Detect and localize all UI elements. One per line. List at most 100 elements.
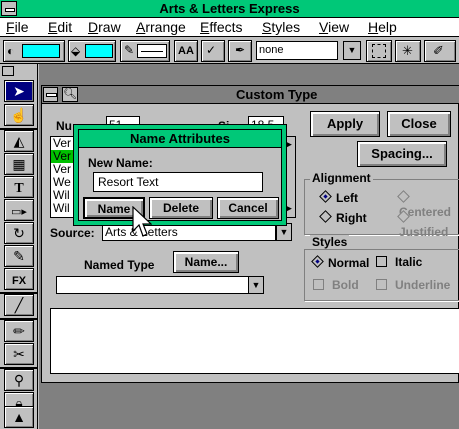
new-name-field[interactable]: Resort Text bbox=[93, 172, 263, 192]
checkbox-icon bbox=[376, 279, 387, 290]
mouse-cursor-icon bbox=[132, 206, 152, 237]
pointer-tool[interactable]: ➤ bbox=[4, 80, 34, 102]
new-name-label: New Name: bbox=[88, 156, 153, 170]
eyedropper-button[interactable]: ✒ bbox=[228, 40, 252, 62]
spell-check-icon: ✓ bbox=[206, 43, 217, 57]
magnifier-icon: ⚲ bbox=[13, 372, 25, 388]
scissors-icon: ✂ bbox=[13, 346, 25, 362]
fill-bucket-icon: ⬙ bbox=[71, 44, 81, 58]
stamp-tool[interactable]: ▲ bbox=[4, 406, 34, 428]
select-all-button[interactable] bbox=[366, 40, 392, 62]
apply-button[interactable]: Apply bbox=[310, 111, 380, 137]
spell-check-button[interactable]: ✓ bbox=[201, 40, 225, 62]
eyedropper-icon: ✒ bbox=[235, 43, 246, 57]
align-justified-radio[interactable]: Justified bbox=[397, 210, 458, 239]
palette-icon: ◐ bbox=[7, 44, 15, 58]
hand-tool[interactable]: ☝ bbox=[4, 104, 34, 126]
scissors-tool[interactable]: ✂ bbox=[4, 343, 34, 365]
radio-diamond-icon bbox=[311, 255, 324, 268]
search-icon[interactable]: 🔍︎ bbox=[62, 87, 78, 102]
style-normal-radio[interactable]: Normal bbox=[311, 255, 369, 270]
window-menu-icon[interactable] bbox=[43, 87, 58, 102]
text-preview-area[interactable] bbox=[50, 308, 459, 374]
toolbox: ➤ ☝ ◭ ▦ T ▭▸ ↻ ✎ FX ╱ ✏ ✂ ⚲ 🔒︎ ▲ bbox=[0, 64, 38, 429]
fill-color-button[interactable]: ◐ bbox=[3, 40, 65, 62]
hand-icon: ☝ bbox=[10, 107, 28, 123]
named-type-dropdown-arrow[interactable]: ▼ bbox=[248, 276, 264, 294]
name-attributes-title: Name Attributes bbox=[79, 130, 281, 148]
text-t-icon: T bbox=[14, 181, 24, 196]
line-color-swatch bbox=[85, 44, 113, 58]
shapes-icon: ◭ bbox=[13, 133, 25, 149]
source-label: Source: bbox=[50, 226, 95, 240]
line-style-button[interactable]: ✎ bbox=[120, 40, 170, 62]
menu-effects[interactable]: Effects bbox=[200, 19, 243, 35]
style-bold-checkbox[interactable]: Bold bbox=[313, 278, 359, 292]
text-box-tool[interactable]: ▭▸ bbox=[4, 199, 34, 221]
pen-tool[interactable]: ✏ bbox=[4, 320, 34, 342]
fill-value-field[interactable]: none bbox=[256, 41, 338, 60]
menu-styles[interactable]: Styles bbox=[262, 19, 300, 35]
named-type-field[interactable] bbox=[56, 276, 262, 294]
number-label: Nu bbox=[56, 119, 72, 133]
menu-file[interactable]: File bbox=[6, 19, 29, 35]
fill-value-dropdown-arrow[interactable]: ▼ bbox=[343, 41, 361, 60]
rotate-tool[interactable]: ↻ bbox=[4, 222, 34, 244]
radio-diamond-icon bbox=[397, 210, 410, 223]
menu-help[interactable]: Help bbox=[368, 19, 397, 35]
rotate-icon: ↻ bbox=[13, 225, 25, 241]
named-type-label: Named Type bbox=[84, 258, 155, 272]
blend-tool[interactable]: ✎ bbox=[4, 245, 34, 267]
delete-button[interactable]: Delete bbox=[149, 197, 213, 219]
style-italic-checkbox[interactable]: Italic bbox=[376, 255, 422, 269]
radio-diamond-icon bbox=[319, 210, 332, 223]
text-tool[interactable]: T bbox=[4, 176, 34, 198]
toolbar: ◐ ⬙ ✎ AA ✓ ✒ none ▼ ✳ ✐ bbox=[0, 38, 459, 64]
menu-view[interactable]: View bbox=[319, 19, 349, 35]
menu-edit[interactable]: Edit bbox=[48, 19, 72, 35]
zoom-tool[interactable]: ⚲ bbox=[4, 369, 34, 391]
styles-label: Styles bbox=[310, 235, 350, 249]
radio-diamond-icon bbox=[319, 190, 332, 203]
text-box-icon: ▭▸ bbox=[11, 206, 27, 218]
align-right-radio[interactable]: Right bbox=[319, 210, 367, 225]
custom-type-title-bar: 🔍︎ Custom Type bbox=[42, 86, 459, 104]
style-underline-checkbox[interactable]: Underline bbox=[376, 278, 450, 292]
named-type-name-button[interactable]: Name... bbox=[173, 251, 239, 273]
line-icon: ╱ bbox=[14, 297, 24, 313]
menu-draw[interactable]: Draw bbox=[88, 19, 121, 35]
app-title-bar: Arts & Letters Express bbox=[0, 0, 459, 18]
line-color-button[interactable]: ⬙ bbox=[68, 40, 116, 62]
blend-icon: ✎ bbox=[13, 248, 25, 264]
custom-type-title: Custom Type bbox=[236, 87, 318, 102]
menu-bar: File Edit Draw Arrange Effects Styles Vi… bbox=[0, 18, 459, 37]
alignment-label: Alignment bbox=[310, 171, 373, 185]
clipart-tool[interactable]: ▦ bbox=[4, 153, 34, 175]
checkbox-icon bbox=[376, 256, 387, 267]
close-button[interactable]: Close bbox=[387, 111, 451, 137]
app-title: Arts & Letters Express bbox=[159, 1, 300, 16]
radio-diamond-icon bbox=[397, 190, 410, 203]
checkbox-icon bbox=[313, 279, 324, 290]
name-attributes-dialog: Name Attributes New Name: Resort Text Na… bbox=[73, 124, 287, 226]
line-tool[interactable]: ╱ bbox=[4, 294, 34, 316]
cancel-button[interactable]: Cancel bbox=[217, 197, 279, 219]
pen-icon: ✏ bbox=[13, 323, 25, 339]
effects-button[interactable]: ✳ bbox=[395, 40, 421, 62]
stamp-icon: ▲ bbox=[12, 409, 26, 425]
sparkle-icon: ✳ bbox=[402, 43, 413, 58]
fill-color-swatch bbox=[22, 44, 60, 58]
menu-arrange[interactable]: Arrange bbox=[136, 19, 186, 35]
edit-text-button[interactable]: ✐ bbox=[424, 40, 456, 62]
arrow-pointer-icon: ➤ bbox=[13, 83, 25, 99]
shapes-tool[interactable]: ◭ bbox=[4, 130, 34, 152]
line-sample bbox=[137, 44, 167, 58]
film-icon: ▦ bbox=[12, 156, 26, 172]
spacing-button[interactable]: Spacing... bbox=[357, 141, 447, 167]
selection-handles-icon bbox=[372, 44, 386, 58]
pencil-check-icon: ✐ bbox=[433, 43, 444, 58]
align-left-radio[interactable]: Left bbox=[319, 190, 358, 205]
toolbox-control-icon[interactable] bbox=[2, 66, 14, 76]
fx-tool[interactable]: FX bbox=[4, 268, 34, 290]
text-style-button[interactable]: AA bbox=[174, 40, 198, 62]
